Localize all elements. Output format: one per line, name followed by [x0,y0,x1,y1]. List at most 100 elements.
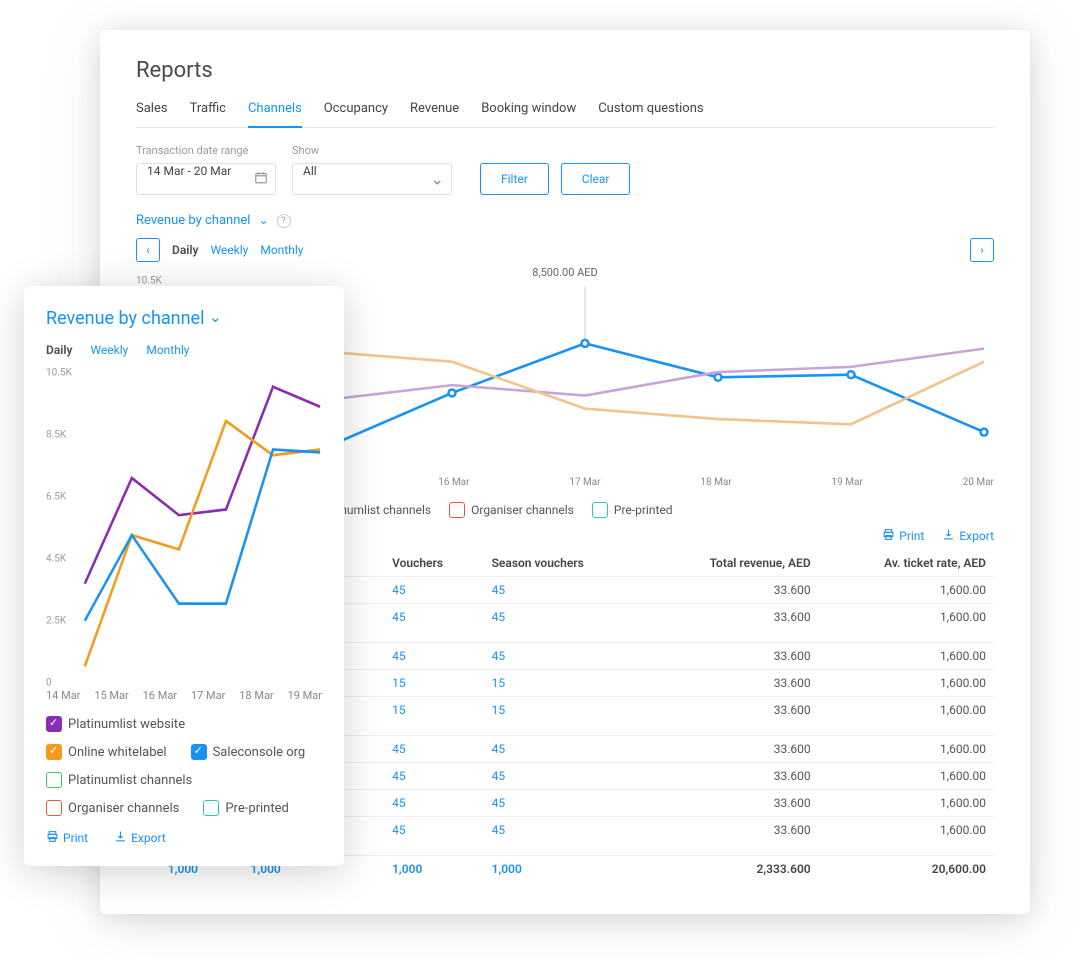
cell-link[interactable]: 45 [384,736,484,763]
clear-button[interactable]: Clear [561,163,631,195]
chevron-down-icon: ⌄ [431,170,444,189]
tab-channels[interactable]: Channels [248,101,302,128]
show-label: Show [292,144,452,157]
checkbox-icon [449,502,465,518]
cell-link[interactable]: 45 [484,643,645,670]
x-tick: 14 Mar [46,689,80,702]
download-icon [942,528,955,544]
y-tick: 0 [46,678,52,689]
cell-link[interactable]: 15 [384,670,484,697]
x-tick: 16 Mar [438,477,469,488]
legend-item[interactable]: Online whitelabel [46,744,167,760]
legend-item[interactable]: Platinumlist channels [46,772,192,788]
section-dropdown[interactable]: Revenue by channel [136,213,250,228]
legend-item[interactable]: Organiser channels [46,800,179,816]
cell-link[interactable]: 45 [484,763,645,790]
x-tick: 19 Mar [832,477,863,488]
checkbox-icon [191,744,207,760]
x-tick: 17 Mar [569,477,600,488]
legend-item[interactable]: Pre-printed [592,502,673,518]
chevron-down-icon [209,308,222,329]
cell-link[interactable]: 15 [384,697,484,724]
x-tick: 19 Mar [288,689,322,702]
chart-next-button[interactable]: › [970,238,994,262]
col-header: Vouchers [384,550,484,577]
col-header: Av. ticket rate, AED [819,550,994,577]
overlay-x-axis: 14 Mar 15 Mar 16 Mar 17 Mar 18 Mar 19 Mar [46,689,322,702]
tab-occupancy[interactable]: Occupancy [324,101,388,127]
legend-item[interactable]: Saleconsole org [191,744,306,760]
tabs: Sales Traffic Channels Occupancy Revenue Book… [136,101,994,128]
date-range-label: Transaction date range [136,144,276,157]
x-tick: 18 Mar [700,477,731,488]
filter-bar: Transaction date range 14 Mar - 20 Mar S… [136,144,994,195]
overlay-section-dropdown[interactable]: Revenue by channel [46,308,322,329]
show-select[interactable]: All [292,163,452,195]
x-tick: 16 Mar [143,689,177,702]
checkbox-icon [46,772,62,788]
y-tick: 10.5K [46,368,72,379]
cell-link[interactable]: 1,000 [384,856,484,883]
col-header: Total revenue, AED [645,550,819,577]
overlay-card: Revenue by channel Daily Weekly Monthly … [24,286,344,866]
export-button[interactable]: Export [942,528,994,544]
cell-link[interactable]: 45 [384,763,484,790]
x-tick: 18 Mar [239,689,273,702]
tab-custom-questions[interactable]: Custom questions [598,101,703,127]
cell-link[interactable]: 45 [484,817,645,844]
cell-link[interactable]: 15 [484,670,645,697]
printer-icon [882,528,895,544]
tab-sales[interactable]: Sales [136,101,168,127]
legend-item[interactable]: Pre-printed [203,800,289,816]
overlay-chart: 10.5K8.5K6.5K4.5K2.5K0 [52,373,322,683]
checkbox-icon [46,716,62,732]
seg-monthly[interactable]: Monthly [260,243,303,257]
y-tick: 6.5K [46,492,66,503]
overlay-legend: Platinumlist website Online whitelabel Sal… [46,716,322,816]
filter-button[interactable]: Filter [480,163,549,195]
tab-revenue[interactable]: Revenue [410,101,459,127]
cell-link[interactable]: 45 [484,577,645,604]
page-title: Reports [136,58,994,83]
x-tick: 15 Mar [94,689,128,702]
tab-traffic[interactable]: Traffic [190,101,226,127]
cell-link[interactable]: 45 [484,604,645,631]
col-header: Season vouchers [484,550,645,577]
checkbox-icon [46,744,62,760]
checkbox-icon [592,502,608,518]
checkbox-icon [46,800,62,816]
legend-item[interactable]: Platinumlist website [46,716,185,732]
seg-daily[interactable]: Daily [172,243,198,257]
x-tick: 17 Mar [191,689,225,702]
cell-link[interactable]: 45 [384,817,484,844]
cell-link[interactable]: 45 [484,736,645,763]
cell-link[interactable]: 45 [384,577,484,604]
seg-weekly[interactable]: Weekly [210,243,248,257]
cell-link[interactable]: 45 [384,604,484,631]
print-button[interactable]: Print [882,528,924,544]
y-tick: 2.5K [46,616,66,627]
ov-seg-weekly[interactable]: Weekly [90,343,128,357]
chevron-down-icon [258,211,268,230]
ov-seg-daily[interactable]: Daily [46,343,72,357]
cell-link[interactable]: 45 [384,643,484,670]
cell-link[interactable]: 45 [384,790,484,817]
help-icon[interactable]: ? [277,214,291,228]
printer-icon [46,830,59,846]
legend-item[interactable]: Organiser channels [449,502,574,518]
chart-tooltip: 8,500.00 AED [136,266,994,279]
y-tick: 4.5K [46,554,66,565]
overlay-export-button[interactable]: Export [114,830,166,846]
y-tick: 8.5K [46,430,66,441]
tab-booking-window[interactable]: Booking window [481,101,576,127]
calendar-icon [254,170,268,189]
cell-link[interactable]: 1,000 [484,856,645,883]
x-tick: 20 Mar [963,477,994,488]
cell-link[interactable]: 15 [484,697,645,724]
download-icon [114,830,127,846]
chart-prev-button[interactable]: ‹ [136,238,160,262]
ov-seg-monthly[interactable]: Monthly [146,343,189,357]
cell-link[interactable]: 45 [484,790,645,817]
overlay-print-button[interactable]: Print [46,830,88,846]
y-tick: 10.5K [136,276,162,287]
